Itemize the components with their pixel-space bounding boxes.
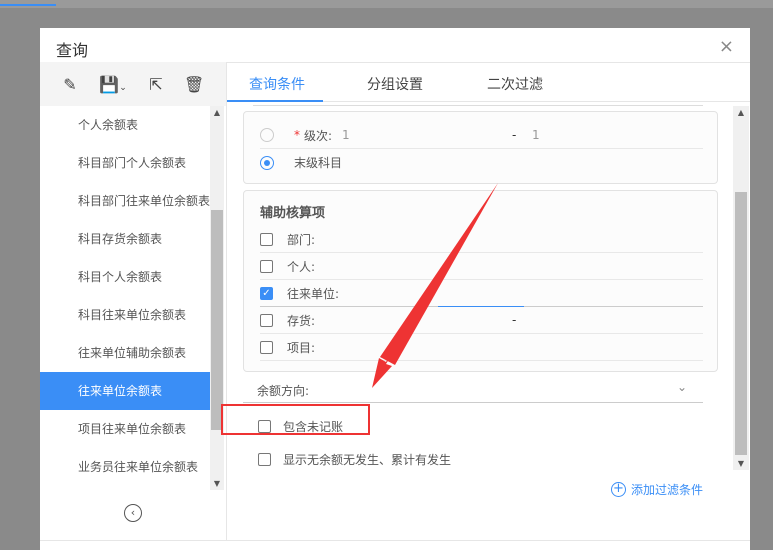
arrow-head: [380, 183, 498, 365]
annotation-arrow: [372, 183, 498, 388]
